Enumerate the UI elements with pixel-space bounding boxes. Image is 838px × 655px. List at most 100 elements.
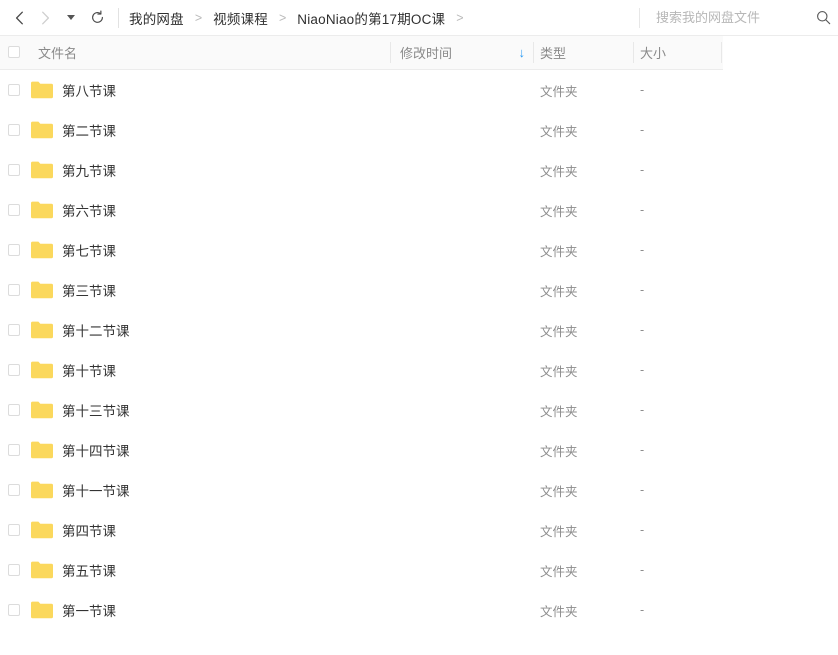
table-row[interactable]: 第十二节课 文件夹 - <box>0 310 838 350</box>
caret-down-icon <box>67 15 75 20</box>
column-separator <box>633 42 634 63</box>
row-checkbox[interactable] <box>8 484 20 496</box>
column-separator <box>721 42 722 63</box>
folder-icon <box>31 201 53 219</box>
file-name[interactable]: 第六节课 <box>62 190 116 230</box>
file-type: 文件夹 <box>540 190 578 230</box>
table-row[interactable]: 第十一节课 文件夹 - <box>0 470 838 510</box>
breadcrumb-item-1[interactable]: 视频课程 <box>211 8 270 28</box>
chevron-left-icon <box>14 11 25 25</box>
row-checkbox[interactable] <box>8 604 20 616</box>
file-type: 文件夹 <box>540 350 578 390</box>
file-name[interactable]: 第七节课 <box>62 230 116 270</box>
column-header-type[interactable]: 类型 <box>540 36 566 69</box>
file-name[interactable]: 第八节课 <box>62 70 116 110</box>
file-type: 文件夹 <box>540 310 578 350</box>
table-row[interactable]: 第八节课 文件夹 - <box>0 70 838 110</box>
search-divider <box>639 8 640 28</box>
row-checkbox[interactable] <box>8 364 20 376</box>
file-name[interactable]: 第十节课 <box>62 350 116 390</box>
column-header-mtime-label: 修改时间 <box>400 43 452 62</box>
table-row[interactable]: 第三节课 文件夹 - <box>0 270 838 310</box>
file-size: - <box>640 310 644 350</box>
column-separator <box>390 42 391 63</box>
folder-icon <box>31 441 53 459</box>
table-row[interactable]: 第六节课 文件夹 - <box>0 190 838 230</box>
row-checkbox[interactable] <box>8 444 20 456</box>
back-button[interactable] <box>6 5 32 31</box>
folder-icon <box>31 561 53 579</box>
select-all-checkbox[interactable] <box>8 46 20 58</box>
column-header-mtime[interactable]: 修改时间 ↓ <box>400 36 525 69</box>
file-type: 文件夹 <box>540 150 578 190</box>
file-name[interactable]: 第十一节课 <box>62 470 130 510</box>
table-row[interactable]: 第十四节课 文件夹 - <box>0 430 838 470</box>
table-row[interactable]: 第九节课 文件夹 - <box>0 150 838 190</box>
folder-icon <box>31 121 53 139</box>
file-size: - <box>640 430 644 470</box>
file-type: 文件夹 <box>540 230 578 270</box>
file-name[interactable]: 第十三节课 <box>62 390 130 430</box>
row-checkbox[interactable] <box>8 164 20 176</box>
file-size: - <box>640 230 644 270</box>
row-checkbox[interactable] <box>8 324 20 336</box>
table-row[interactable]: 第十节课 文件夹 - <box>0 350 838 390</box>
row-checkbox[interactable] <box>8 404 20 416</box>
refresh-button[interactable] <box>84 5 110 31</box>
column-header-size-label: 大小 <box>640 43 666 62</box>
file-name[interactable]: 第三节课 <box>62 270 116 310</box>
file-size: - <box>640 270 644 310</box>
file-size: - <box>640 150 644 190</box>
table-row[interactable]: 第十三节课 文件夹 - <box>0 390 838 430</box>
file-type: 文件夹 <box>540 470 578 510</box>
folder-icon <box>31 241 53 259</box>
table-row[interactable]: 第五节课 文件夹 - <box>0 550 838 590</box>
file-list: 第八节课 文件夹 - 第二节课 文件夹 - 第九节课 文件夹 - 第六节课 文件… <box>0 70 838 630</box>
folder-icon <box>31 161 53 179</box>
arrow-down-icon: ↓ <box>519 46 526 59</box>
table-row[interactable]: 第四节课 文件夹 - <box>0 510 838 550</box>
file-type: 文件夹 <box>540 590 578 630</box>
file-name[interactable]: 第九节课 <box>62 150 116 190</box>
table-header-row: 文件名 修改时间 ↓ 类型 大小 <box>0 36 723 70</box>
search-button[interactable] <box>808 0 838 35</box>
search-area <box>639 0 838 35</box>
row-checkbox[interactable] <box>8 524 20 536</box>
file-name[interactable]: 第十四节课 <box>62 430 130 470</box>
breadcrumb-item-root[interactable]: 我的网盘 <box>127 8 186 28</box>
breadcrumb-item-2[interactable]: NiaoNiao的第17期OC课 <box>295 8 447 28</box>
file-manager-window: 我的网盘 > 视频课程 > NiaoNiao的第17期OC课 > 文件名 <box>0 0 838 655</box>
file-type: 文件夹 <box>540 110 578 150</box>
file-name[interactable]: 第二节课 <box>62 110 116 150</box>
breadcrumb-separator: > <box>186 11 211 25</box>
column-header-filename-label: 文件名 <box>38 43 77 62</box>
forward-button[interactable] <box>32 5 58 31</box>
file-type: 文件夹 <box>540 550 578 590</box>
history-dropdown-button[interactable] <box>58 5 84 31</box>
table-row[interactable]: 第七节课 文件夹 - <box>0 230 838 270</box>
file-name[interactable]: 第一节课 <box>62 590 116 630</box>
row-checkbox[interactable] <box>8 124 20 136</box>
file-size: - <box>640 190 644 230</box>
file-size: - <box>640 510 644 550</box>
row-checkbox[interactable] <box>8 84 20 96</box>
folder-icon <box>31 321 53 339</box>
folder-icon <box>31 81 53 99</box>
folder-icon <box>31 601 53 619</box>
row-checkbox[interactable] <box>8 564 20 576</box>
row-checkbox[interactable] <box>8 204 20 216</box>
table-row[interactable]: 第二节课 文件夹 - <box>0 110 838 150</box>
file-name[interactable]: 第十二节课 <box>62 310 130 350</box>
folder-icon <box>31 361 53 379</box>
folder-icon <box>31 281 53 299</box>
row-checkbox[interactable] <box>8 284 20 296</box>
search-input[interactable] <box>654 9 808 26</box>
folder-icon <box>31 401 53 419</box>
file-name[interactable]: 第四节课 <box>62 510 116 550</box>
file-name[interactable]: 第五节课 <box>62 550 116 590</box>
row-checkbox[interactable] <box>8 244 20 256</box>
table-row[interactable]: 第一节课 文件夹 - <box>0 590 838 630</box>
column-header-size[interactable]: 大小 <box>640 36 666 69</box>
column-header-filename[interactable]: 文件名 <box>38 36 77 69</box>
refresh-icon <box>90 10 105 25</box>
